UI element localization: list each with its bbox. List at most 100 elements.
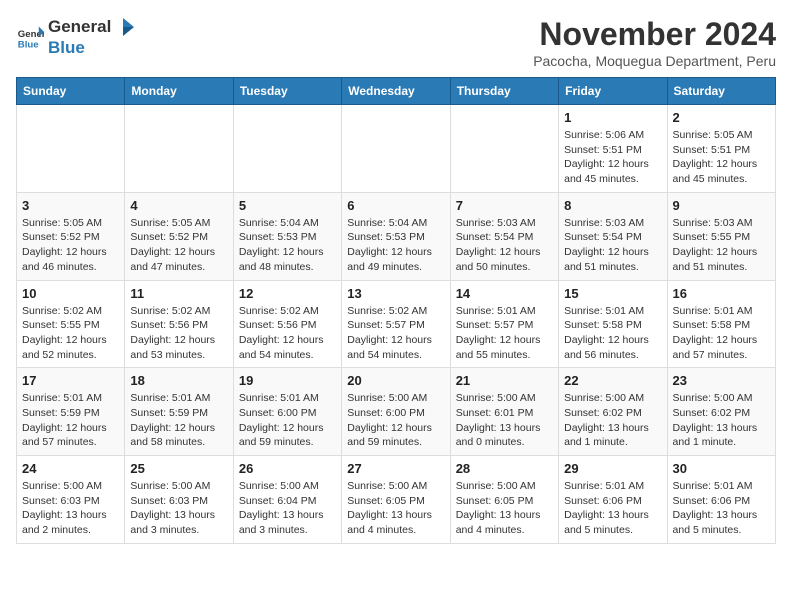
calendar-day-20: 20 Sunrise: 5:00 AM Sunset: 6:00 PM Dayli…: [342, 368, 450, 456]
calendar-header-sunday: Sunday: [17, 78, 125, 105]
day-info: Sunrise: 5:00 AM Sunset: 6:01 PM Dayligh…: [456, 391, 553, 450]
day-number: 24: [22, 461, 119, 476]
logo-general: General: [48, 17, 111, 37]
day-number: 1: [564, 110, 661, 125]
calendar-day-14: 14 Sunrise: 5:01 AM Sunset: 5:57 PM Dayli…: [450, 280, 558, 368]
calendar-day-1: 1 Sunrise: 5:06 AM Sunset: 5:51 PM Daylig…: [559, 105, 667, 193]
logo-wordmark: General Blue: [48, 16, 135, 58]
day-info: Sunrise: 5:01 AM Sunset: 5:58 PM Dayligh…: [564, 304, 661, 363]
calendar-week-row: 17 Sunrise: 5:01 AM Sunset: 5:59 PM Dayli…: [17, 368, 776, 456]
calendar-day-16: 16Sunrise: 5:01 AM Sunset: 5:58 PM Dayli…: [667, 280, 775, 368]
calendar-week-row: 3 Sunrise: 5:05 AM Sunset: 5:52 PM Daylig…: [17, 192, 776, 280]
day-number: 26: [239, 461, 336, 476]
calendar-day-8: 8 Sunrise: 5:03 AM Sunset: 5:54 PM Daylig…: [559, 192, 667, 280]
calendar-day-15: 15 Sunrise: 5:01 AM Sunset: 5:58 PM Dayli…: [559, 280, 667, 368]
month-title: November 2024: [533, 16, 776, 53]
day-number: 4: [130, 198, 227, 213]
calendar-week-row: 10Sunrise: 5:02 AM Sunset: 5:55 PM Dayli…: [17, 280, 776, 368]
calendar-day-9: 9Sunrise: 5:03 AM Sunset: 5:55 PM Daylig…: [667, 192, 775, 280]
day-info: Sunrise: 5:00 AM Sunset: 6:00 PM Dayligh…: [347, 391, 444, 450]
calendar-day-28: 28Sunrise: 5:00 AM Sunset: 6:05 PM Dayli…: [450, 456, 558, 544]
logo-blue: Blue: [48, 38, 85, 57]
calendar-day-3: 3 Sunrise: 5:05 AM Sunset: 5:52 PM Daylig…: [17, 192, 125, 280]
calendar-day-2: 2 Sunrise: 5:05 AM Sunset: 5:51 PM Daylig…: [667, 105, 775, 193]
day-number: 15: [564, 286, 661, 301]
calendar-empty-cell: [342, 105, 450, 193]
calendar-day-22: 22 Sunrise: 5:00 AM Sunset: 6:02 PM Dayli…: [559, 368, 667, 456]
calendar-empty-cell: [17, 105, 125, 193]
day-number: 12: [239, 286, 336, 301]
day-number: 14: [456, 286, 553, 301]
day-info: Sunrise: 5:00 AM Sunset: 6:02 PM Dayligh…: [564, 391, 661, 450]
calendar-day-30: 30Sunrise: 5:01 AM Sunset: 6:06 PM Dayli…: [667, 456, 775, 544]
day-number: 7: [456, 198, 553, 213]
day-number: 22: [564, 373, 661, 388]
day-info: Sunrise: 5:03 AM Sunset: 5:54 PM Dayligh…: [564, 216, 661, 275]
calendar-day-10: 10Sunrise: 5:02 AM Sunset: 5:55 PM Dayli…: [17, 280, 125, 368]
day-info: Sunrise: 5:01 AM Sunset: 5:59 PM Dayligh…: [22, 391, 119, 450]
calendar-day-18: 18 Sunrise: 5:01 AM Sunset: 5:59 PM Dayli…: [125, 368, 233, 456]
day-info: Sunrise: 5:02 AM Sunset: 5:57 PM Dayligh…: [347, 304, 444, 363]
day-number: 25: [130, 461, 227, 476]
calendar-day-29: 29Sunrise: 5:01 AM Sunset: 6:06 PM Dayli…: [559, 456, 667, 544]
calendar-table: SundayMondayTuesdayWednesdayThursdayFrid…: [16, 77, 776, 544]
calendar-day-12: 12 Sunrise: 5:02 AM Sunset: 5:56 PM Dayli…: [233, 280, 341, 368]
day-info: Sunrise: 5:04 AM Sunset: 5:53 PM Dayligh…: [347, 216, 444, 275]
calendar-day-19: 19Sunrise: 5:01 AM Sunset: 6:00 PM Dayli…: [233, 368, 341, 456]
day-number: 11: [130, 286, 227, 301]
day-number: 18: [130, 373, 227, 388]
logo: General Blue General Blue: [16, 16, 135, 58]
calendar-day-26: 26 Sunrise: 5:00 AM Sunset: 6:04 PM Dayli…: [233, 456, 341, 544]
day-info: Sunrise: 5:05 AM Sunset: 5:52 PM Dayligh…: [130, 216, 227, 275]
calendar-day-23: 23Sunrise: 5:00 AM Sunset: 6:02 PM Dayli…: [667, 368, 775, 456]
calendar-day-6: 6 Sunrise: 5:04 AM Sunset: 5:53 PM Daylig…: [342, 192, 450, 280]
day-info: Sunrise: 5:04 AM Sunset: 5:53 PM Dayligh…: [239, 216, 336, 275]
day-info: Sunrise: 5:00 AM Sunset: 6:04 PM Dayligh…: [239, 479, 336, 538]
calendar-day-5: 5 Sunrise: 5:04 AM Sunset: 5:53 PM Daylig…: [233, 192, 341, 280]
calendar-header-thursday: Thursday: [450, 78, 558, 105]
day-number: 2: [673, 110, 770, 125]
page-header: General Blue General Blue November 2024 …: [16, 16, 776, 69]
title-block: November 2024 Pacocha, Moquegua Departme…: [533, 16, 776, 69]
logo-icon: General Blue: [16, 23, 44, 51]
calendar-header-friday: Friday: [559, 78, 667, 105]
day-number: 3: [22, 198, 119, 213]
day-info: Sunrise: 5:02 AM Sunset: 5:55 PM Dayligh…: [22, 304, 119, 363]
day-info: Sunrise: 5:00 AM Sunset: 6:05 PM Dayligh…: [347, 479, 444, 538]
calendar-day-24: 24 Sunrise: 5:00 AM Sunset: 6:03 PM Dayli…: [17, 456, 125, 544]
location-subtitle: Pacocha, Moquegua Department, Peru: [533, 53, 776, 69]
day-number: 6: [347, 198, 444, 213]
day-info: Sunrise: 5:03 AM Sunset: 5:54 PM Dayligh…: [456, 216, 553, 275]
day-number: 8: [564, 198, 661, 213]
day-info: Sunrise: 5:01 AM Sunset: 6:06 PM Dayligh…: [564, 479, 661, 538]
day-info: Sunrise: 5:00 AM Sunset: 6:05 PM Dayligh…: [456, 479, 553, 538]
calendar-header-row: SundayMondayTuesdayWednesdayThursdayFrid…: [17, 78, 776, 105]
day-info: Sunrise: 5:00 AM Sunset: 6:03 PM Dayligh…: [22, 479, 119, 538]
day-number: 19: [239, 373, 336, 388]
day-number: 5: [239, 198, 336, 213]
day-number: 20: [347, 373, 444, 388]
calendar-day-27: 27Sunrise: 5:00 AM Sunset: 6:05 PM Dayli…: [342, 456, 450, 544]
calendar-day-17: 17 Sunrise: 5:01 AM Sunset: 5:59 PM Dayli…: [17, 368, 125, 456]
day-info: Sunrise: 5:05 AM Sunset: 5:51 PM Dayligh…: [673, 128, 770, 187]
day-info: Sunrise: 5:02 AM Sunset: 5:56 PM Dayligh…: [239, 304, 336, 363]
calendar-day-21: 21Sunrise: 5:00 AM Sunset: 6:01 PM Dayli…: [450, 368, 558, 456]
calendar-header-tuesday: Tuesday: [233, 78, 341, 105]
day-number: 9: [673, 198, 770, 213]
day-number: 17: [22, 373, 119, 388]
day-number: 16: [673, 286, 770, 301]
calendar-header-wednesday: Wednesday: [342, 78, 450, 105]
calendar-day-4: 4 Sunrise: 5:05 AM Sunset: 5:52 PM Daylig…: [125, 192, 233, 280]
day-info: Sunrise: 5:01 AM Sunset: 5:59 PM Dayligh…: [130, 391, 227, 450]
calendar-week-row: 1 Sunrise: 5:06 AM Sunset: 5:51 PM Daylig…: [17, 105, 776, 193]
day-info: Sunrise: 5:05 AM Sunset: 5:52 PM Dayligh…: [22, 216, 119, 275]
day-info: Sunrise: 5:06 AM Sunset: 5:51 PM Dayligh…: [564, 128, 661, 187]
svg-text:Blue: Blue: [18, 40, 39, 51]
day-info: Sunrise: 5:01 AM Sunset: 5:57 PM Dayligh…: [456, 304, 553, 363]
calendar-empty-cell: [125, 105, 233, 193]
calendar-day-7: 7 Sunrise: 5:03 AM Sunset: 5:54 PM Daylig…: [450, 192, 558, 280]
day-number: 13: [347, 286, 444, 301]
calendar-week-row: 24 Sunrise: 5:00 AM Sunset: 6:03 PM Dayli…: [17, 456, 776, 544]
calendar-empty-cell: [233, 105, 341, 193]
day-number: 23: [673, 373, 770, 388]
